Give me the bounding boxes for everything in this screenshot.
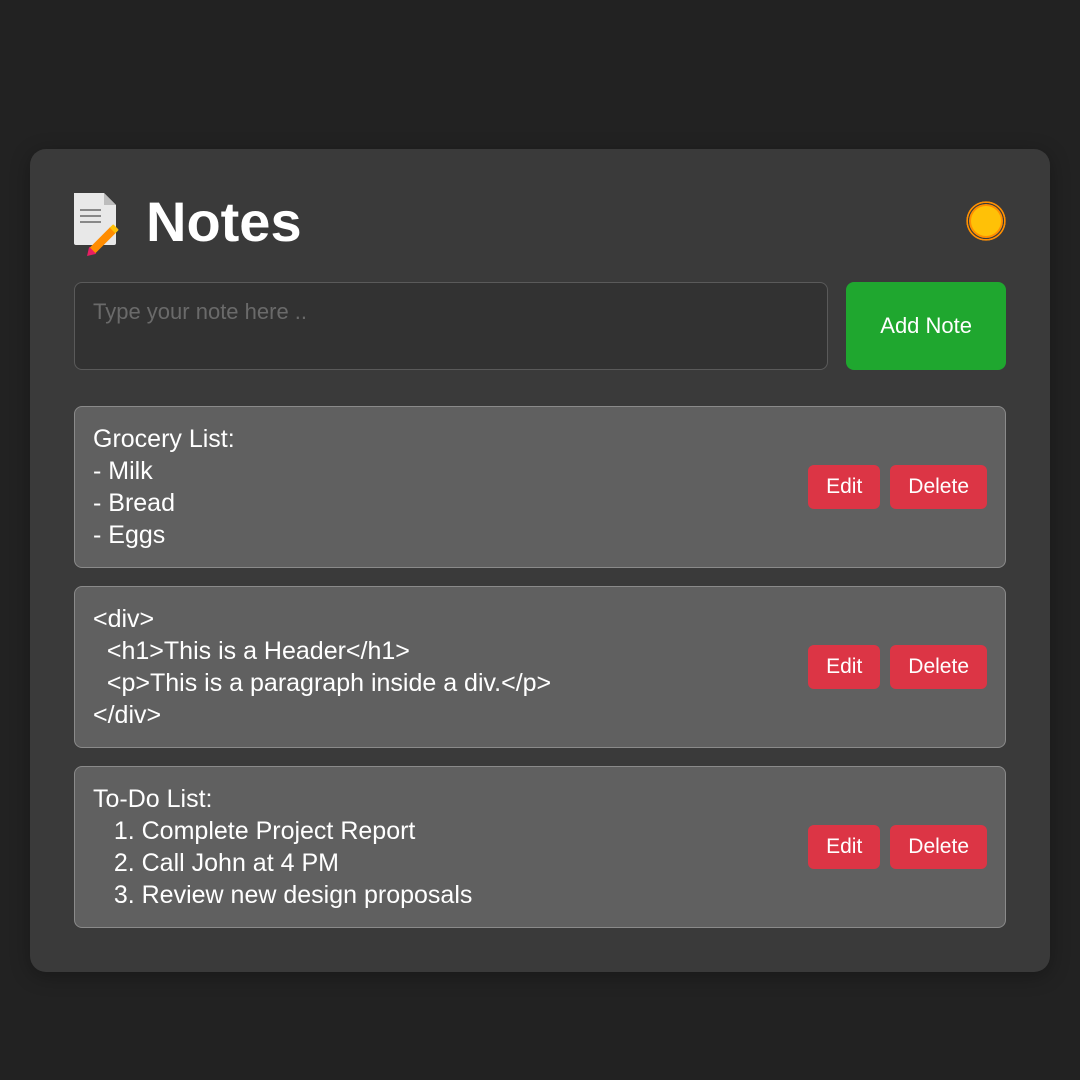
edit-button[interactable]: Edit: [808, 465, 880, 509]
note-item: Grocery List: - Milk - Bread - Eggs Edit…: [74, 406, 1006, 568]
header-left: Notes: [74, 189, 302, 254]
notes-card: Notes Add Note Grocery List: - Milk - Br…: [30, 149, 1050, 972]
add-note-button[interactable]: Add Note: [846, 282, 1006, 370]
notes-list: Grocery List: - Milk - Bread - Eggs Edit…: [74, 406, 1006, 928]
header: Notes: [74, 189, 1006, 254]
page-title: Notes: [146, 189, 302, 254]
delete-button[interactable]: Delete: [890, 825, 987, 869]
note-input[interactable]: [74, 282, 828, 370]
note-text: <div> <h1>This is a Header</h1> <p>This …: [93, 603, 792, 731]
input-row: Add Note: [74, 282, 1006, 370]
note-actions: Edit Delete: [808, 465, 987, 509]
note-pencil-icon: [74, 193, 124, 249]
note-item: To-Do List: 1. Complete Project Report 2…: [74, 766, 1006, 928]
note-actions: Edit Delete: [808, 825, 987, 869]
edit-button[interactable]: Edit: [808, 825, 880, 869]
note-item: <div> <h1>This is a Header</h1> <p>This …: [74, 586, 1006, 748]
note-text: To-Do List: 1. Complete Project Report 2…: [93, 783, 792, 911]
delete-button[interactable]: Delete: [890, 645, 987, 689]
sun-icon[interactable]: [966, 201, 1006, 241]
delete-button[interactable]: Delete: [890, 465, 987, 509]
note-actions: Edit Delete: [808, 645, 987, 689]
edit-button[interactable]: Edit: [808, 645, 880, 689]
note-text: Grocery List: - Milk - Bread - Eggs: [93, 423, 792, 551]
